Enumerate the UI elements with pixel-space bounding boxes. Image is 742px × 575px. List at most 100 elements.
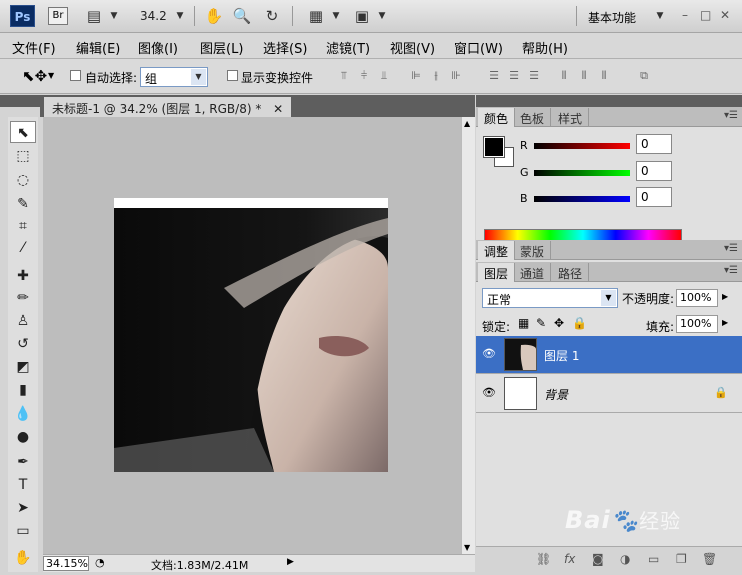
tools-panel-header[interactable] xyxy=(0,95,40,107)
distribute-left-icon[interactable]: ⫴ xyxy=(556,69,572,83)
zoom-level-field[interactable]: 34.2 xyxy=(140,9,167,23)
menu-help[interactable]: 帮助(H) xyxy=(522,38,568,57)
close-button[interactable]: ✕ xyxy=(720,8,730,22)
menu-filter[interactable]: 滤镜(T) xyxy=(326,38,370,57)
tab-channels[interactable]: 通道 xyxy=(514,263,552,282)
shape-tool-icon[interactable]: ▭ xyxy=(10,520,36,542)
zoom-tool-icon[interactable]: 🔍 xyxy=(232,6,252,26)
adjustment-layer-icon[interactable]: ◑ xyxy=(620,552,630,566)
layer-name[interactable]: 图层 1 xyxy=(544,347,579,364)
rotate-view-icon[interactable]: ↻ xyxy=(262,6,282,26)
tab-masks[interactable]: 蒙版 xyxy=(514,241,552,260)
eraser-tool-icon[interactable]: ◩ xyxy=(10,356,36,378)
menu-file[interactable]: 文件(F) xyxy=(12,38,56,57)
eyedropper-tool-icon[interactable]: ⁄ xyxy=(10,237,36,259)
vertical-scrollbar[interactable]: ▲ ▼ xyxy=(461,117,475,554)
tab-color[interactable]: 颜色 xyxy=(478,108,516,127)
move-tool-icon[interactable]: ⬉✥ xyxy=(22,67,47,85)
zoom-dropdown-icon[interactable]: ▼ xyxy=(170,6,190,26)
brush-tool-icon[interactable]: ✏ xyxy=(10,287,36,309)
red-value-field[interactable]: 0 xyxy=(636,134,672,154)
foreground-color-swatch[interactable] xyxy=(484,137,504,157)
link-layers-icon[interactable]: ⛓ xyxy=(536,552,551,566)
new-group-icon[interactable]: ▭ xyxy=(648,552,659,566)
layer-row[interactable]: 👁 背景 🔒 xyxy=(476,375,742,413)
move-tool-icon[interactable]: ⬉ xyxy=(10,121,36,143)
screen-mode-icon[interactable]: ▣ xyxy=(352,6,372,26)
blend-mode-dropdown[interactable]: 正常 ▼ xyxy=(482,288,618,308)
layer-row[interactable]: 👁 图层 1 xyxy=(476,336,742,374)
crop-tool-icon[interactable]: ⌗ xyxy=(10,215,36,237)
green-slider[interactable] xyxy=(534,170,630,176)
distribute-right-icon[interactable]: ⫴ xyxy=(596,69,612,83)
tab-adjustments[interactable]: 调整 xyxy=(478,241,516,260)
visibility-eye-icon[interactable]: 👁 xyxy=(480,386,498,402)
distribute-top-icon[interactable]: ☰ xyxy=(486,69,502,83)
path-selection-tool-icon[interactable]: ➤ xyxy=(10,497,36,519)
menu-image[interactable]: 图像(I) xyxy=(138,38,178,57)
visibility-eye-icon[interactable]: 👁 xyxy=(480,347,498,363)
zoom-status-field[interactable]: 34.15% xyxy=(43,556,89,571)
distribute-bottom-icon[interactable]: ☰ xyxy=(526,69,542,83)
align-right-icon[interactable]: ⊪ xyxy=(448,69,464,83)
fill-dropdown-icon[interactable]: ▶ xyxy=(722,318,728,327)
lock-transparency-icon[interactable]: ▦ xyxy=(518,316,529,330)
workspace-switcher[interactable]: 基本功能 xyxy=(588,9,636,26)
red-slider[interactable] xyxy=(534,143,630,149)
blue-slider[interactable] xyxy=(534,196,630,202)
tab-paths[interactable]: 路径 xyxy=(552,263,590,282)
minimize-button[interactable]: – xyxy=(682,8,688,22)
fill-field[interactable]: 100% xyxy=(676,315,718,333)
align-left-icon[interactable]: ⊫ xyxy=(408,69,424,83)
align-top-icon[interactable]: ⫪ xyxy=(336,69,352,83)
status-info-icon[interactable]: ◔ xyxy=(95,556,105,569)
hand-tool-icon[interactable]: ✋ xyxy=(204,6,224,26)
dodge-tool-icon[interactable]: ● xyxy=(10,426,36,448)
align-vcenter-icon[interactable]: ⫩ xyxy=(356,69,372,83)
pen-tool-icon[interactable]: ✒ xyxy=(10,451,36,473)
layer-name[interactable]: 背景 xyxy=(544,386,568,403)
tool-preset-dropdown-icon[interactable]: ▼ xyxy=(48,71,54,80)
lock-position-icon[interactable]: ✥ xyxy=(554,316,564,330)
scroll-down-icon[interactable]: ▼ xyxy=(464,543,470,552)
maximize-button[interactable]: □ xyxy=(700,8,711,22)
menu-edit[interactable]: 编辑(E) xyxy=(76,38,120,57)
auto-select-dropdown[interactable]: 组 ▼ xyxy=(140,67,208,87)
distribute-vcenter-icon[interactable]: ☰ xyxy=(506,69,522,83)
auto-align-icon[interactable]: ⧉ xyxy=(636,69,652,83)
delete-layer-icon[interactable]: 🗑 xyxy=(702,552,717,566)
lock-pixels-icon[interactable]: ✎ xyxy=(536,316,546,330)
clone-stamp-tool-icon[interactable]: ♙ xyxy=(10,310,36,332)
close-icon[interactable]: ✕ xyxy=(273,102,283,116)
align-hcenter-icon[interactable]: ⫲ xyxy=(428,69,444,83)
screen-mode-icon[interactable]: ▤ xyxy=(84,6,104,26)
arrange-documents-icon[interactable]: ▦ xyxy=(306,6,326,26)
chevron-down-icon[interactable]: ▼ xyxy=(104,6,124,26)
quick-selection-tool-icon[interactable]: ✎ xyxy=(10,193,36,215)
opacity-dropdown-icon[interactable]: ▶ xyxy=(722,292,728,301)
history-brush-tool-icon[interactable]: ↺ xyxy=(10,333,36,355)
menu-view[interactable]: 视图(V) xyxy=(390,38,435,57)
menu-select[interactable]: 选择(S) xyxy=(263,38,307,57)
distribute-hcenter-icon[interactable]: ⫴ xyxy=(576,69,592,83)
bridge-button[interactable]: Br xyxy=(48,7,68,25)
tab-styles[interactable]: 样式 xyxy=(552,108,590,127)
layer-style-icon[interactable]: fx xyxy=(564,552,575,566)
hand-tool-icon[interactable]: ✋ xyxy=(10,547,36,569)
lasso-tool-icon[interactable]: ◌ xyxy=(10,169,36,191)
tab-swatches[interactable]: 色板 xyxy=(514,108,552,127)
status-menu-icon[interactable]: ▶ xyxy=(287,557,294,567)
chevron-down-icon[interactable]: ▼ xyxy=(372,6,392,26)
menu-window[interactable]: 窗口(W) xyxy=(454,38,503,57)
new-layer-icon[interactable]: ❐ xyxy=(676,552,687,566)
type-tool-icon[interactable]: T xyxy=(10,474,36,496)
healing-brush-tool-icon[interactable]: ✚ xyxy=(10,265,36,287)
document-tab[interactable]: 未标题-1 @ 34.2% (图层 1, RGB/8) * ✕ xyxy=(44,97,292,117)
green-value-field[interactable]: 0 xyxy=(636,161,672,181)
marquee-tool-icon[interactable]: ⬚ xyxy=(10,145,36,167)
tab-layers[interactable]: 图层 xyxy=(478,263,516,282)
panel-menu-icon[interactable]: ▾☰ xyxy=(724,265,738,276)
chevron-down-icon[interactable]: ▼ xyxy=(650,6,670,26)
gradient-tool-icon[interactable]: ▮ xyxy=(10,379,36,401)
auto-select-checkbox[interactable] xyxy=(70,70,81,81)
